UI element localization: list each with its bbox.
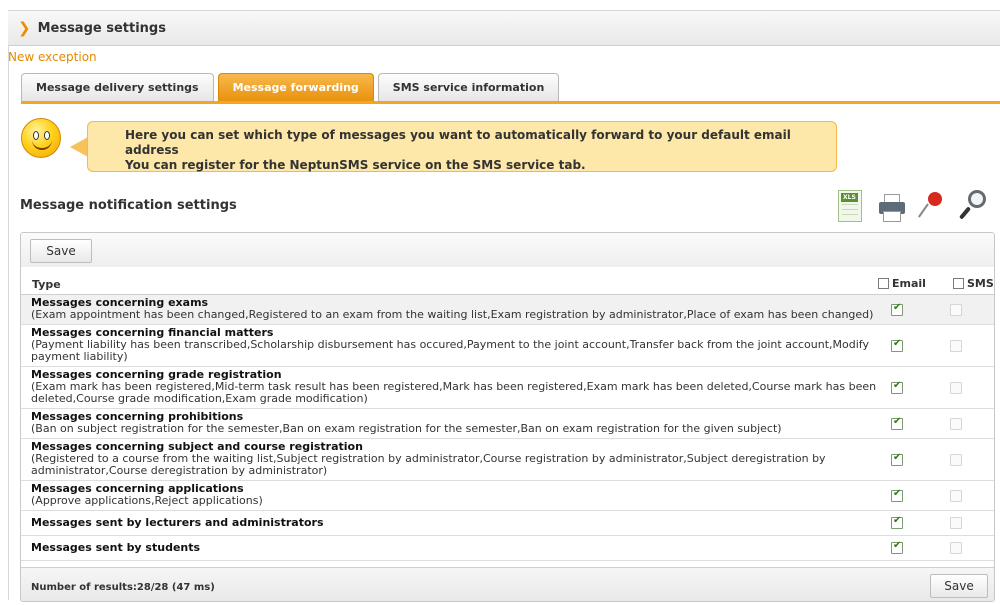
- info-line-1: Here you can set which type of messages …: [125, 128, 791, 157]
- section-title: Message notification settings: [20, 198, 237, 213]
- row-description: (Payment liability has been transcribed,…: [31, 338, 869, 363]
- row-title: Messages sent by students: [31, 541, 201, 554]
- notification-settings-panel: Save Type Email SMS Messages concerning …: [20, 232, 995, 602]
- xls-export-icon[interactable]: XLS: [838, 186, 868, 226]
- row-description: (Ban on subject registration for the sem…: [31, 422, 782, 435]
- table-body: Messages concerning exams (Exam appointm…: [21, 295, 994, 561]
- table-row: Messages concerning applications (Approv…: [21, 481, 994, 511]
- row-description: (Registered to a course from the waiting…: [31, 452, 826, 477]
- sms-checkbox[interactable]: [950, 453, 962, 466]
- search-icon[interactable]: [958, 186, 988, 226]
- tab-sms-service-information[interactable]: SMS service information: [377, 73, 560, 101]
- table-row: Messages concerning prohibitions (Ban on…: [21, 409, 994, 439]
- tab-message-forwarding[interactable]: Message forwarding: [217, 73, 374, 101]
- email-checkbox[interactable]: [891, 488, 903, 502]
- info-bubble: Here you can set which type of messages …: [87, 121, 837, 172]
- column-header-sms-label: SMS: [967, 277, 994, 290]
- tab-bar: Message delivery settings Message forwar…: [21, 73, 1000, 104]
- info-line-2: You can register for the NeptunSMS servi…: [125, 158, 586, 172]
- sms-checkbox[interactable]: [950, 303, 962, 316]
- pin-icon[interactable]: [918, 186, 948, 226]
- sms-checkbox[interactable]: [950, 542, 962, 554]
- smiley-icon: [21, 118, 61, 158]
- table-row: Messages concerning financial matters (P…: [21, 325, 994, 367]
- table-header: Type Email SMS: [21, 269, 994, 295]
- tab-message-delivery-settings[interactable]: Message delivery settings: [21, 73, 214, 101]
- column-header-email: Email: [878, 277, 926, 290]
- email-checkbox[interactable]: [891, 380, 903, 394]
- table-row: Messages sent by lecturers and administr…: [21, 511, 994, 536]
- result-count: Number of results:28/28 (47 ms): [31, 582, 215, 593]
- sms-checkbox[interactable]: [950, 417, 962, 430]
- sms-checkbox[interactable]: [950, 339, 962, 352]
- print-icon[interactable]: [878, 186, 908, 226]
- table-row: Messages concerning exams (Exam appointm…: [21, 295, 994, 325]
- sms-checkbox[interactable]: [950, 517, 962, 529]
- sms-checkbox[interactable]: [950, 381, 962, 394]
- email-checkbox[interactable]: [891, 302, 903, 316]
- table-footer: Number of results:28/28 (47 ms) Save: [21, 567, 994, 601]
- row-title: Messages sent by lecturers and administr…: [31, 516, 324, 529]
- column-header-sms: SMS: [953, 277, 994, 290]
- column-header-type: Type: [32, 278, 61, 291]
- toolbar-icons: XLS: [838, 186, 998, 226]
- page-header: ❯ Message settings: [8, 10, 1000, 46]
- sms-select-all-checkbox[interactable]: [953, 278, 964, 289]
- new-exception-link[interactable]: New exception: [8, 50, 97, 64]
- table-row: Messages sent by students: [21, 536, 994, 561]
- email-checkbox[interactable]: [891, 540, 903, 554]
- email-checkbox[interactable]: [891, 452, 903, 466]
- page-title: Message settings: [37, 20, 166, 36]
- email-checkbox[interactable]: [891, 515, 903, 529]
- speech-bubble-tail: [70, 137, 88, 157]
- save-button-bottom[interactable]: Save: [930, 574, 988, 598]
- sms-checkbox[interactable]: [950, 489, 962, 502]
- row-description: (Approve applications,Reject application…: [31, 494, 263, 507]
- email-checkbox[interactable]: [891, 416, 903, 430]
- panel-toolbar: Save: [21, 233, 994, 267]
- email-checkbox[interactable]: [891, 338, 903, 352]
- chevron-right-icon: ❯: [18, 19, 31, 37]
- table-row: Messages concerning subject and course r…: [21, 439, 994, 481]
- table-row: Messages concerning grade registration (…: [21, 367, 994, 409]
- row-description: (Exam mark has been registered,Mid-term …: [31, 380, 877, 405]
- column-header-email-label: Email: [892, 277, 926, 290]
- save-button-top[interactable]: Save: [30, 239, 92, 263]
- email-select-all-checkbox[interactable]: [878, 278, 889, 289]
- row-description: (Exam appointment has been changed,Regis…: [31, 308, 874, 321]
